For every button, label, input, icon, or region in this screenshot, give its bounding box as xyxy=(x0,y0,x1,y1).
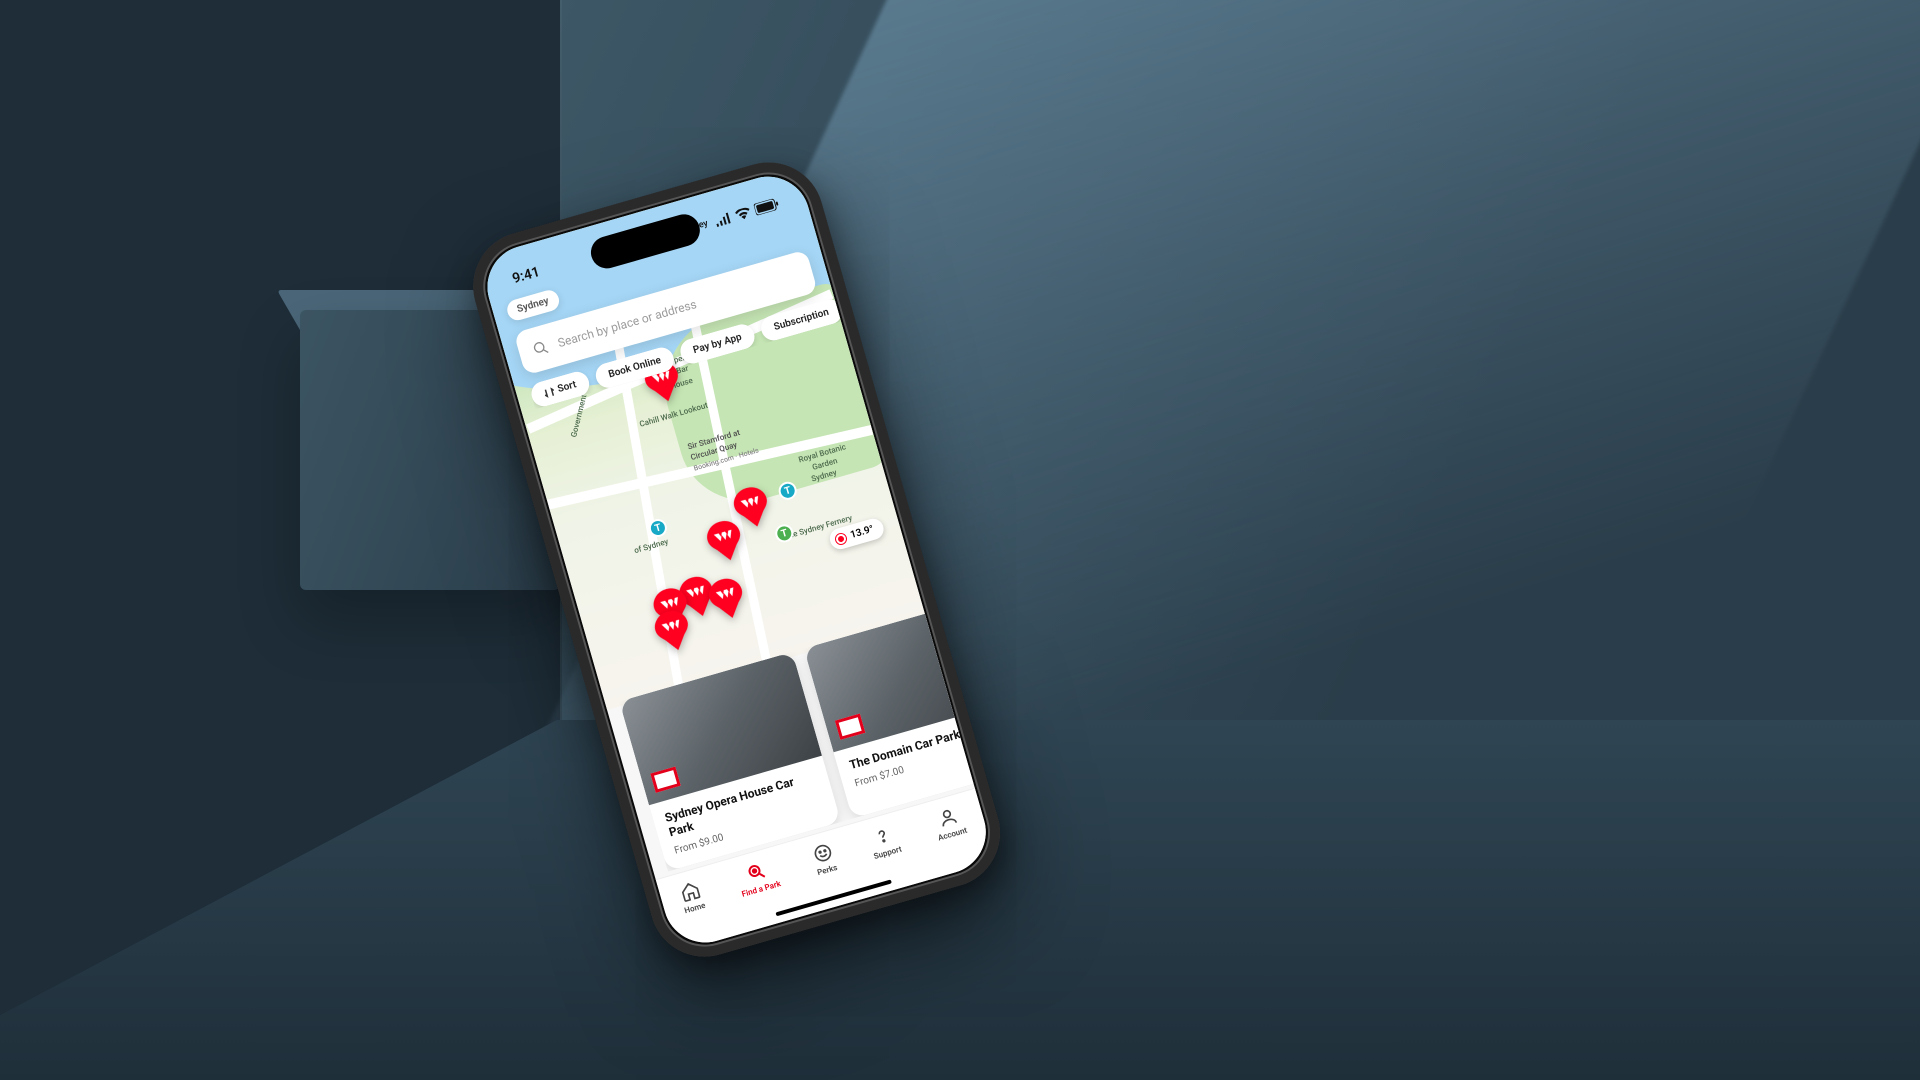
person-icon xyxy=(935,805,960,830)
status-time: 9:41 xyxy=(511,264,542,287)
battery-icon xyxy=(753,198,779,216)
tab-support[interactable]: Support xyxy=(866,822,902,861)
wifi-icon xyxy=(734,206,751,221)
tab-account[interactable]: Account xyxy=(931,804,969,843)
station-icon[interactable]: T xyxy=(773,522,795,544)
tab-home[interactable]: Home xyxy=(677,879,706,916)
tab-label: Home xyxy=(683,901,706,916)
tab-find-park[interactable]: Find a Park xyxy=(734,857,781,899)
location-badge-text: 13.9° xyxy=(849,524,875,541)
tab-perks[interactable]: Perks xyxy=(810,841,839,877)
question-icon xyxy=(871,824,896,849)
sort-icon xyxy=(543,386,555,398)
map-label: Government xyxy=(569,394,588,439)
signal-icon xyxy=(714,212,732,227)
tab-label: Find a Park xyxy=(741,879,782,899)
home-icon xyxy=(678,879,703,904)
smile-icon xyxy=(810,841,835,866)
search-pin-icon xyxy=(744,860,769,885)
search-icon xyxy=(531,338,551,358)
tab-label: Perks xyxy=(816,863,838,877)
chip-label: Sort xyxy=(556,379,577,395)
scene-backdrop xyxy=(0,0,1920,1080)
parking-marker[interactable] xyxy=(705,575,749,623)
location-dot-icon xyxy=(835,532,847,544)
